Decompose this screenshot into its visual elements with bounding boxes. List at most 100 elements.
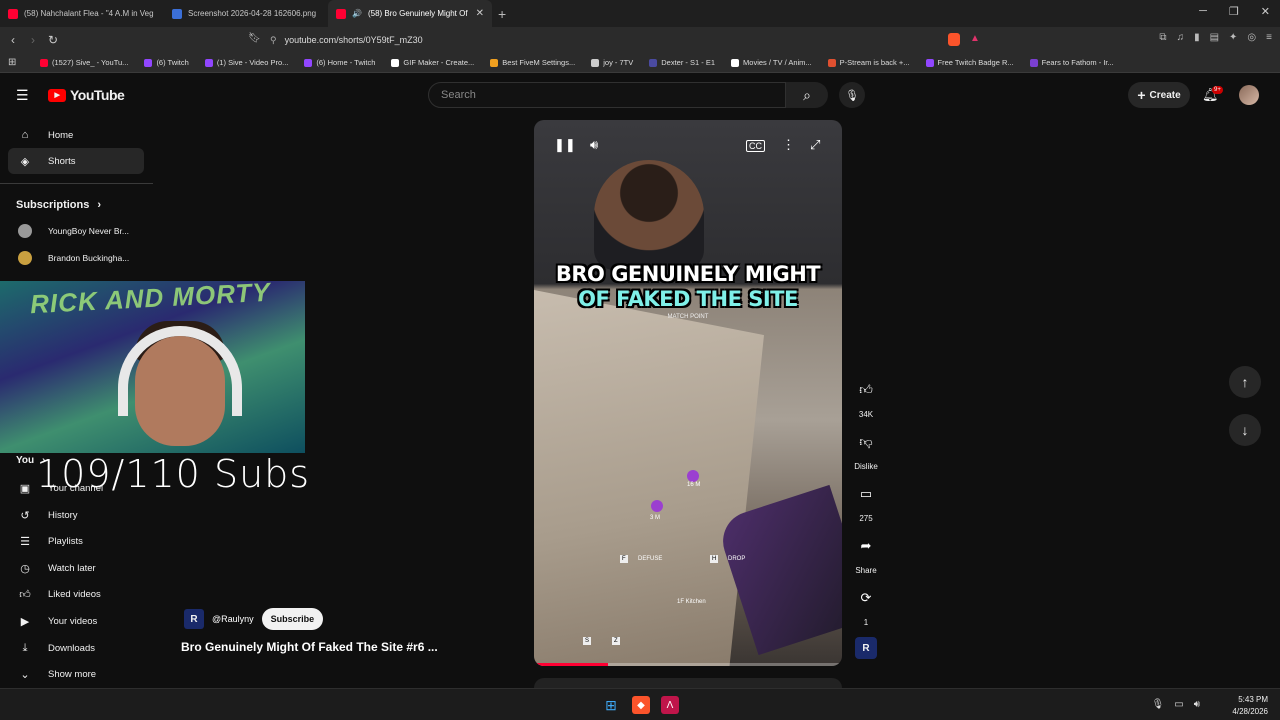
bookmark-item[interactable]: (1527) Sive_ - YouTu...: [34, 58, 134, 67]
sidebar-icon[interactable]: ▮: [1194, 32, 1200, 43]
app-icon[interactable]: Λ: [661, 696, 679, 714]
forward-icon[interactable]: ›: [23, 33, 43, 47]
youtube-logo[interactable]: ▶ YouTube: [48, 87, 125, 103]
image-favicon-icon: [172, 8, 182, 19]
bookmark-label: (6) Home - Twitch: [316, 58, 376, 67]
sidebar-item-downloads[interactable]: ⤓ Downloads: [8, 635, 144, 661]
reload-icon[interactable]: ↻: [43, 33, 63, 47]
download-icon: ⤓: [22, 641, 28, 654]
back-icon[interactable]: ‹: [3, 33, 23, 47]
sidebar-item-shorts[interactable]: ◈ Shorts: [8, 148, 144, 174]
bookmark-item[interactable]: (6) Home - Twitch: [298, 58, 381, 67]
bookmark-item[interactable]: P-Stream is back +...: [822, 58, 916, 67]
vpn-icon[interactable]: ◎: [1247, 32, 1256, 43]
subscribe-button[interactable]: Subscribe: [261, 608, 324, 630]
bookmark-item[interactable]: Free Twitch Badge R...: [920, 58, 1020, 67]
leo-icon[interactable]: ✦: [1229, 32, 1237, 43]
bookmark-item[interactable]: (1) Sive - Video Pro...: [199, 58, 295, 67]
display-icon[interactable]: ▭: [1174, 699, 1183, 710]
url-field[interactable]: ⚲ youtube.com/shorts/0Y59tF_mZ30: [270, 29, 990, 51]
music-icon[interactable]: ♫: [1177, 32, 1185, 43]
pause-icon[interactable]: ❚❚: [554, 137, 576, 153]
brave-rewards-icon[interactable]: ▲: [970, 33, 980, 44]
subscription-label: YoungBoy Never Br...: [48, 226, 129, 236]
video-progress-bar[interactable]: [534, 663, 842, 666]
restore-icon[interactable]: ❐: [1229, 5, 1239, 18]
thumbs-up-icon: 👍︎: [859, 382, 873, 397]
subscriptions-heading[interactable]: Subscriptions ›: [16, 199, 101, 211]
sidebar-item-show-more[interactable]: ⌄ Show more: [8, 661, 144, 687]
share-button[interactable]: ➦ Share: [849, 532, 883, 575]
search-input[interactable]: Search: [428, 82, 786, 108]
extensions-area: ⧉ ♫ ▮ ▤ ✦ ◎ ≡: [1159, 32, 1272, 43]
sidebar-item-liked-videos[interactable]: 👍︎ Liked videos: [8, 581, 144, 607]
bookmark-item[interactable]: Fears to Fathom - Ir...: [1024, 58, 1120, 67]
sidebar-item-playlists[interactable]: ☰ Playlists: [8, 528, 144, 554]
hamburger-menu-icon[interactable]: ☰: [16, 87, 29, 104]
close-tab-icon[interactable]: ✕: [476, 8, 484, 19]
url-text: youtube.com/shorts/0Y59tF_mZ30: [284, 35, 423, 45]
close-window-icon[interactable]: ✕: [1261, 5, 1270, 18]
sidebar-item-label: Playlists: [48, 535, 83, 547]
channel-avatar-small[interactable]: R: [855, 637, 877, 659]
new-tab-button[interactable]: +: [498, 6, 506, 22]
shorts-player[interactable]: ❚❚ 🔊︎ CC ⋮ ⤢ BRO GENUINELY MIGHT OF FAKE…: [534, 120, 842, 666]
hud-key-h: H: [710, 555, 719, 563]
search-button[interactable]: ⌕: [786, 82, 828, 108]
brave-browser-icon[interactable]: ◆: [632, 696, 650, 714]
apps-grid-icon[interactable]: ⊞: [8, 57, 16, 68]
create-button[interactable]: + Create: [1128, 82, 1190, 108]
windows-start-icon[interactable]: ⊞: [602, 696, 620, 714]
volume-icon[interactable]: 🔊︎: [1194, 699, 1200, 710]
bookmark-item[interactable]: Best FiveM Settings...: [484, 58, 581, 67]
extensions-icon[interactable]: ⧉: [1159, 32, 1166, 43]
bookmark-label: P-Stream is back +...: [839, 58, 910, 67]
home-icon: ⌂: [21, 129, 29, 141]
bookmark-item[interactable]: Movies / TV / Anim...: [725, 58, 818, 67]
wallet-icon[interactable]: ▤: [1210, 32, 1219, 43]
fullscreen-icon[interactable]: ⤢: [810, 137, 820, 153]
subscription-item[interactable]: YoungBoy Never Br...: [8, 218, 144, 244]
brave-shield-icon[interactable]: [948, 33, 960, 46]
minimize-icon[interactable]: ─: [1199, 5, 1207, 18]
next-short-preview: [534, 678, 842, 688]
browser-tab-3-active[interactable]: 🔊 (58) Bro Genuinely Might Of F ✕: [328, 0, 492, 27]
bookmark-icon[interactable]: 🔖︎: [248, 33, 261, 44]
create-label: Create: [1149, 89, 1181, 101]
voice-search-button[interactable]: 🎙︎: [839, 82, 865, 108]
captions-icon[interactable]: CC: [746, 140, 765, 152]
site-info-icon[interactable]: ⚲: [270, 35, 277, 46]
sidebar-item-history[interactable]: ↺ History: [8, 502, 144, 528]
next-short-button[interactable]: ↓: [1229, 414, 1261, 446]
like-count: 34K: [858, 410, 874, 419]
youtube-favicon-icon: [8, 8, 18, 19]
dislike-button[interactable]: 👎︎ Dislike: [849, 428, 883, 471]
system-clock[interactable]: 5:43 PM 4/28/2026: [1232, 694, 1268, 718]
bookmark-item[interactable]: (6) Twitch: [138, 58, 194, 67]
account-avatar[interactable]: [1239, 85, 1259, 105]
sidebar-item-watch-later[interactable]: ◷ Watch later: [8, 555, 144, 581]
short-title[interactable]: Bro Genuinely Might Of Faked The Site #r…: [181, 640, 438, 654]
more-options-icon[interactable]: ⋮: [782, 137, 795, 153]
remix-button[interactable]: ⟳ 1: [849, 584, 883, 627]
menu-icon[interactable]: ≡: [1266, 32, 1272, 43]
browser-tab-1[interactable]: (58) Nahchalant Flea - "4 A.M in Veg: [0, 0, 164, 27]
twitch-icon: [204, 58, 213, 67]
bookmark-item[interactable]: Dexter - S1 - E1: [643, 58, 721, 67]
hud-key-s: S: [583, 637, 592, 645]
webcam-overlay: RICK AND MORTY: [0, 281, 305, 453]
channel-name[interactable]: @Raulyny: [212, 614, 254, 624]
bookmark-item[interactable]: GIF Maker - Create...: [385, 58, 480, 67]
like-button[interactable]: 👍︎ 34K: [849, 376, 883, 419]
previous-short-button[interactable]: ↑: [1229, 366, 1261, 398]
bookmark-label: (1527) Sive_ - YouTu...: [52, 58, 129, 67]
volume-icon[interactable]: 🔊︎: [590, 137, 598, 153]
sidebar-item-home[interactable]: ⌂ Home: [8, 122, 144, 148]
channel-logo[interactable]: R: [184, 609, 204, 629]
bookmark-item[interactable]: joy - 7TV: [585, 58, 639, 67]
comments-button[interactable]: ▭ 275: [849, 480, 883, 523]
subscription-item[interactable]: Brandon Buckingha...: [8, 245, 144, 271]
sidebar-item-your-videos[interactable]: ▶ Your videos: [8, 608, 144, 634]
mic-icon[interactable]: 🎙︎: [1152, 699, 1165, 710]
browser-tab-2[interactable]: Screenshot 2026-04-28 162606.png: [164, 0, 328, 27]
